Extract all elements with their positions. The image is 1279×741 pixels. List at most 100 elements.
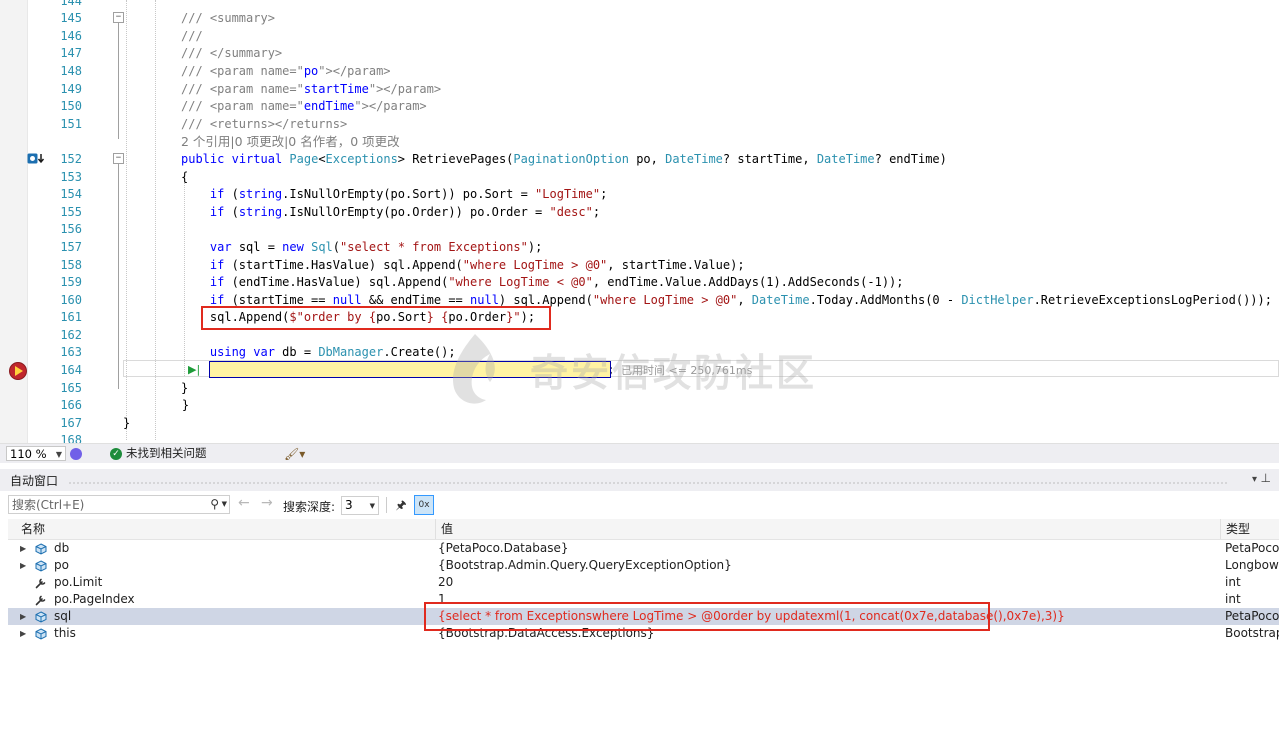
variable-value: 20: [438, 575, 454, 589]
code-token: using: [209, 345, 247, 360]
code-text: /// <param name="endTime"></param>: [181, 98, 427, 116]
code-line: 152 public virtual Page<Exceptions> Retri…: [0, 151, 1279, 169]
codelens-text[interactable]: 2 个引用|0 项更改|0 名作者，0 项更改: [181, 133, 400, 151]
code-token: new: [282, 239, 304, 254]
line-number: 155: [60, 204, 82, 219]
expand-arrow-icon[interactable]: ▶: [20, 608, 26, 625]
line-number: 144: [60, 0, 82, 8]
search-box[interactable]: ⚲ ▼: [8, 495, 230, 514]
code-token: "></param>: [318, 63, 391, 78]
variable-name: po.Limit: [54, 575, 103, 589]
code-token: null: [332, 292, 362, 307]
intellicode-icon[interactable]: [70, 448, 82, 460]
run-to-click-icon[interactable]: ▶|: [188, 363, 200, 376]
issues-status[interactable]: 未找到相关问题: [126, 444, 207, 463]
column-resizer[interactable]: [435, 519, 436, 539]
variable-row[interactable]: ▶ db {PetaPoco.Database} PetaPoco.Database: [8, 540, 1279, 557]
code-token: /// </summary>: [181, 46, 283, 61]
variable-name: db: [54, 541, 70, 555]
variable-row[interactable]: po.Limit 20 int: [8, 574, 1279, 591]
line-number: 153: [60, 169, 82, 184]
code-token: DbManager: [318, 345, 384, 360]
annotation-box-sql-append: [201, 306, 551, 330]
code-token: ) sql.Append(: [498, 292, 593, 307]
line-number: 151: [60, 116, 82, 131]
pin-icon[interactable]: ⊥: [1261, 471, 1271, 485]
code-token: && endTime ==: [361, 292, 471, 307]
check-circle-icon[interactable]: ✓: [110, 448, 122, 460]
variable-row[interactable]: ▶ po {Bootstrap.Admin.Query.QueryException…: [8, 557, 1279, 574]
variable-name: po: [54, 558, 69, 572]
code-token: ? endTime): [874, 151, 947, 166]
grid-header: 名称 值 类型: [8, 519, 1279, 540]
variable-type: Bootstrap.DataAccess.Exceptions: [1225, 626, 1279, 640]
window-options-icon[interactable]: ▾: [1252, 474, 1257, 485]
code-token: Sql: [311, 239, 333, 254]
expand-arrow-icon[interactable]: ▶: [20, 625, 26, 642]
code-token: DictHelper: [961, 292, 1034, 307]
code-token: .Today.AddMonths(0 -: [809, 292, 962, 307]
search-next-icon[interactable]: →: [261, 495, 273, 511]
code-token: if: [209, 187, 225, 202]
code-line: 153 {: [0, 169, 1279, 187]
wrench-icon: [35, 578, 46, 589]
column-header-name[interactable]: 名称: [21, 519, 45, 539]
code-line: 157 var sql = new Sql("select * from Exc…: [0, 239, 1279, 257]
column-header-type[interactable]: 类型: [1226, 519, 1250, 539]
code-token: virtual: [231, 151, 283, 166]
search-icon[interactable]: ⚲: [210, 497, 219, 511]
title-bar-grip: [68, 481, 1228, 485]
search-depth-select[interactable]: 3 ▼: [341, 496, 379, 515]
object-icon: [35, 543, 47, 555]
code-text: /// <summary>: [181, 10, 275, 28]
pin-source-icon[interactable]: 🖈: [393, 497, 409, 513]
code-token: DateTime: [751, 292, 810, 307]
hex-display-icon[interactable]: 0x: [414, 495, 434, 515]
line-number: 161: [60, 310, 82, 325]
code-token: ;: [592, 204, 601, 219]
code-cleanup-icon[interactable]: 🖌▾: [284, 445, 305, 464]
object-icon: [35, 628, 47, 640]
expand-arrow-icon[interactable]: ▶: [20, 557, 26, 574]
expand-arrow-icon[interactable]: ▶: [20, 540, 26, 557]
reference-indicator-icon[interactable]: [27, 153, 46, 164]
code-token: null: [470, 292, 499, 307]
chevron-down-icon[interactable]: ▼: [222, 500, 227, 508]
search-input[interactable]: [12, 497, 192, 512]
code-line: 156: [0, 221, 1279, 239]
breakpoint-current-icon[interactable]: [9, 362, 27, 380]
code-token: sql =: [231, 239, 283, 254]
codelens-line: 2 个引用|0 项更改|0 名作者，0 项更改: [0, 133, 1279, 151]
code-token: <: [318, 151, 326, 166]
zoom-select[interactable]: 110 % ▼: [6, 446, 66, 461]
variable-type: PetaPoco.Database: [1225, 541, 1279, 555]
code-line: 160 if (startTime == null && endTime == …: [0, 292, 1279, 310]
line-number: 163: [60, 345, 82, 360]
code-token: "></param>: [354, 99, 427, 114]
code-token: if: [209, 204, 225, 219]
code-token: Exceptions: [325, 151, 398, 166]
code-token: "desc": [549, 204, 593, 219]
search-depth-label: 搜索深度:: [283, 500, 336, 514]
column-resizer[interactable]: [1220, 519, 1221, 539]
column-header-value[interactable]: 值: [441, 519, 453, 539]
line-number: 150: [60, 99, 82, 114]
variable-type: int: [1225, 592, 1241, 606]
code-token: PaginationOption: [513, 151, 629, 166]
code-text: /// <param name="startTime"></param>: [181, 81, 441, 99]
autos-title-bar[interactable]: 自动窗口 ▾ ⊥: [0, 469, 1279, 491]
code-editor[interactable]: − − 144 145/// <summary> 146///147/// </su…: [0, 0, 1279, 443]
code-line: 145 /// <summary>: [0, 10, 1279, 28]
wrench-icon: [35, 595, 46, 606]
code-token: (: [224, 204, 239, 219]
code-token: "select * from Exceptions": [340, 239, 528, 254]
search-previous-icon[interactable]: ←: [238, 495, 250, 511]
chevron-down-icon: ▼: [55, 450, 62, 459]
code-line: 148 /// <param name="po"></param>: [0, 63, 1279, 81]
